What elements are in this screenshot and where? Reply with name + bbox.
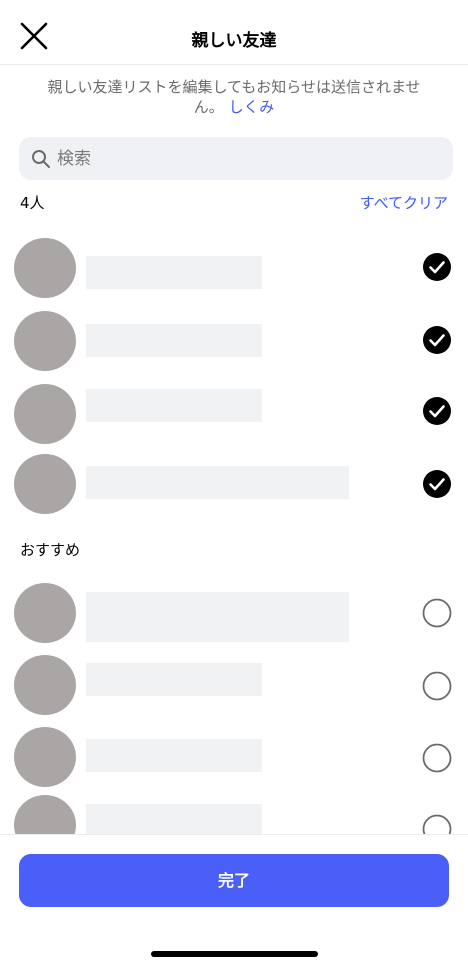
name-placeholder [86, 389, 262, 422]
name-placeholder [86, 663, 262, 696]
page-title: 親しい友達 [191, 31, 277, 51]
selected-count: 4人 [20, 194, 45, 212]
unchecked-circle-icon[interactable] [422, 743, 452, 773]
done-button[interactable]: 完了 [19, 854, 449, 907]
checkmark-icon[interactable] [422, 396, 452, 426]
list-item[interactable] [0, 727, 468, 787]
list-item[interactable] [0, 454, 468, 514]
list-item[interactable] [0, 311, 468, 371]
name-placeholder [86, 324, 262, 357]
info-notice: 親しい友達リストを編集してもお知らせは送信されません。 しくみ [40, 77, 428, 117]
list-item[interactable] [0, 238, 468, 298]
avatar [14, 583, 76, 643]
list-item[interactable] [0, 583, 468, 643]
suggested-heading: おすすめ [20, 541, 81, 559]
list-item[interactable] [0, 384, 468, 444]
avatar [14, 727, 76, 787]
unchecked-circle-icon[interactable] [422, 598, 452, 628]
clear-all-button[interactable]: すべてクリア [360, 192, 448, 213]
checkmark-icon[interactable] [422, 252, 452, 282]
checkmark-icon[interactable] [422, 325, 452, 355]
search-input[interactable] [57, 137, 437, 180]
name-placeholder [86, 739, 262, 772]
checkmark-icon[interactable] [422, 469, 452, 499]
avatar [14, 384, 76, 444]
home-indicator [151, 951, 318, 957]
unchecked-circle-icon[interactable] [422, 671, 452, 701]
avatar [14, 311, 76, 371]
header: 親しい友達 [0, 0, 468, 65]
avatar [14, 238, 76, 298]
avatar [14, 454, 76, 514]
avatar [14, 655, 76, 715]
name-placeholder [86, 466, 349, 499]
name-placeholder [86, 592, 349, 642]
name-placeholder [86, 256, 262, 289]
search-bar[interactable] [19, 137, 453, 180]
name-placeholder [86, 804, 262, 837]
how-it-works-link[interactable]: しくみ [229, 98, 275, 116]
search-icon [32, 150, 50, 168]
list-item[interactable] [0, 655, 468, 715]
